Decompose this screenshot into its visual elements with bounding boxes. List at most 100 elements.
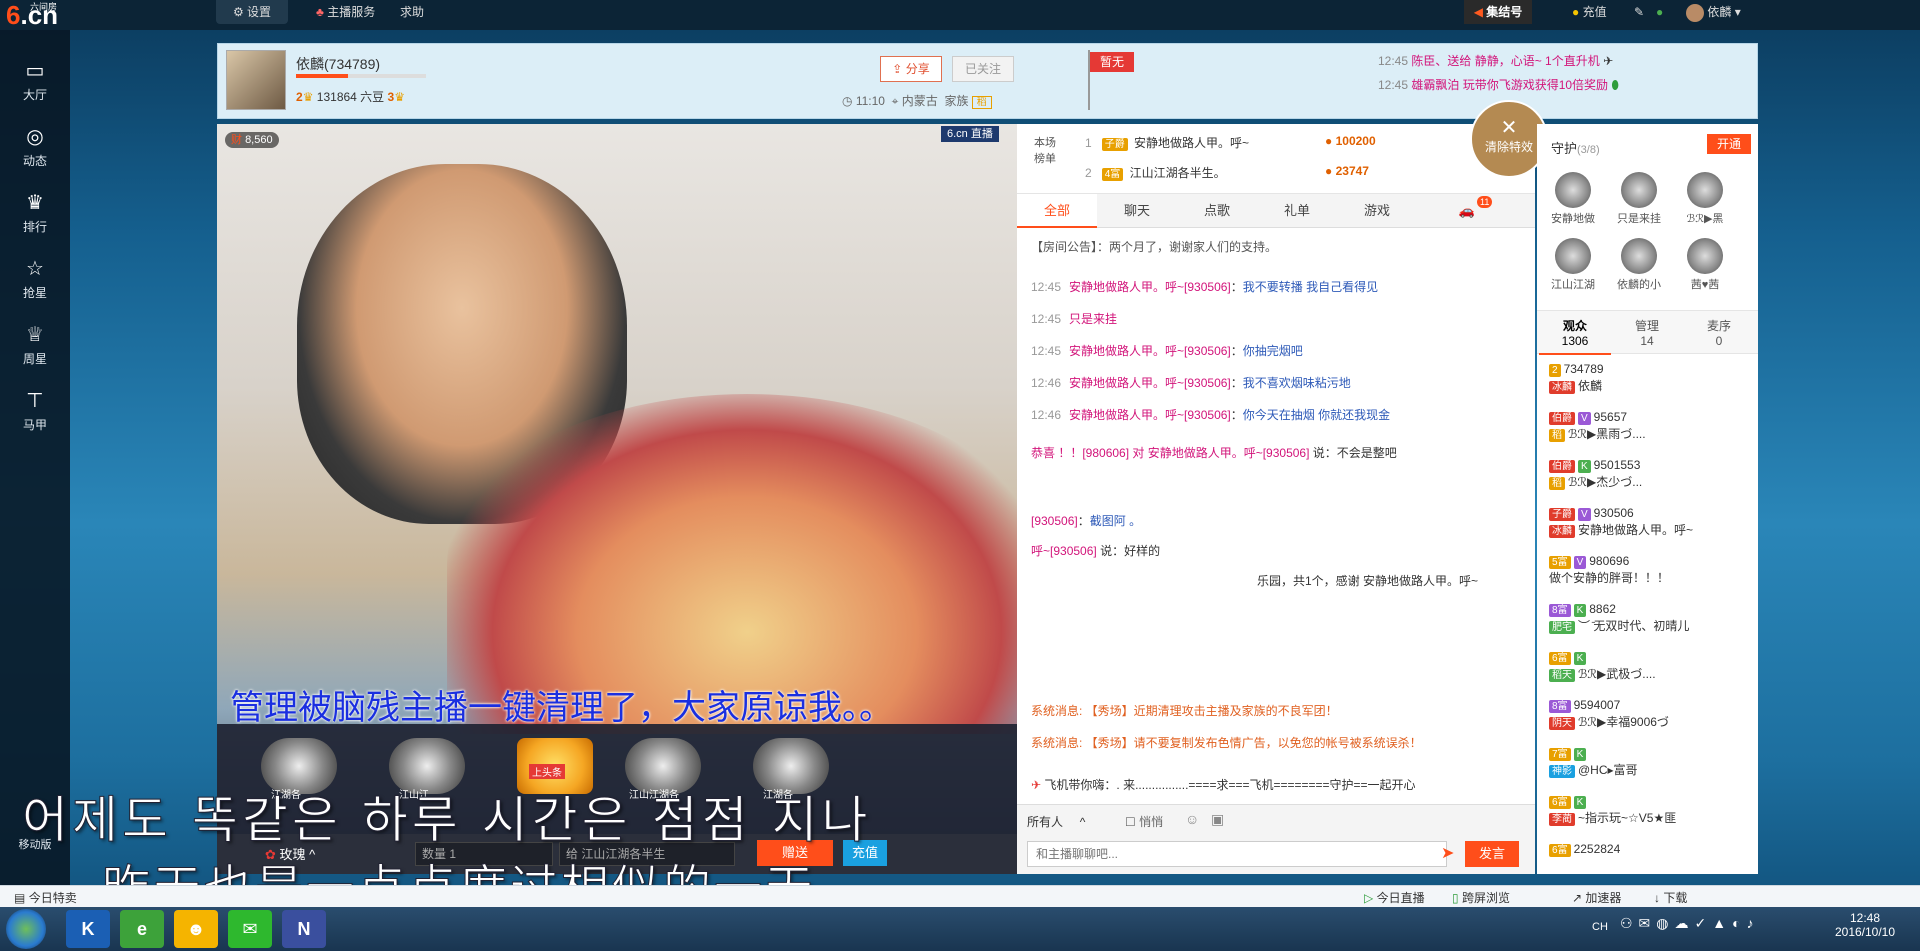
audience-name: @HC▸富哥 — [1578, 763, 1638, 777]
audience-row[interactable]: 伯爵 V 95657 稻 ℬℛ▶黑雨づ.... — [1549, 410, 1646, 442]
tab-audience[interactable]: 观众 1306 — [1539, 311, 1611, 355]
room-announcement: 【房间公告】：两个月了，谢谢家人们的支持。 — [1031, 240, 1278, 254]
audience-row[interactable]: 6富 K 李蔺 ~指示玩~☆V5★匪 — [1549, 794, 1676, 826]
audience-row[interactable]: 5富 V 980696 做个安静的胖哥！！！ — [1549, 554, 1669, 586]
msg-time: 12:45 — [1031, 344, 1062, 358]
avatar — [1687, 172, 1723, 208]
audience-name: ℬℛ▶幸福9006づ — [1578, 715, 1669, 729]
anchor-avatar[interactable] — [226, 50, 286, 110]
wechat-icon[interactable]: ✉ — [228, 910, 272, 948]
audience-row[interactable]: 子爵 V 930506 冰麟 安静地做路人甲。呼~ — [1549, 506, 1693, 538]
tab-gift-list[interactable]: 礼单 — [1257, 194, 1337, 228]
download-link[interactable]: ↓ 下载 — [1654, 889, 1687, 906]
follow-button[interactable]: 已关注 — [952, 56, 1014, 82]
help-link[interactable]: 求助 — [400, 0, 424, 24]
audience-row[interactable]: 8富 9594007 阴天 ℬℛ▶幸福9006づ — [1549, 698, 1669, 730]
send-button[interactable]: 发言 — [1465, 841, 1519, 867]
rail-item-weekly[interactable]: ♕ 周星 — [0, 314, 70, 376]
k-badge: K — [1573, 748, 1587, 761]
live-today-link[interactable]: ▷ 今日直播 — [1364, 889, 1425, 906]
recharge-link[interactable]: ● 充值 — [1572, 0, 1607, 24]
tab-songs[interactable]: 点歌 — [1177, 194, 1257, 228]
msg-user[interactable]: 安静地做路人甲。呼~[930506] — [1069, 376, 1231, 390]
paper-plane-icon[interactable]: ➤ — [1441, 843, 1454, 863]
app-k-icon[interactable]: K — [66, 910, 110, 948]
qq-icon[interactable]: ☻ — [174, 910, 218, 948]
video-player[interactable]: 财 8,560 6.cn 直播 江湖各 江山江 上头条 江山江湖各 江湖各 ✿ … — [217, 124, 1017, 874]
cross-browse-link[interactable]: ▯ 跨屏浏览 — [1452, 889, 1510, 906]
audience-row[interactable]: 7富 K 神影 @HC▸富哥 — [1549, 746, 1638, 778]
tab-chat[interactable]: 聊天 — [1097, 194, 1177, 228]
guard-member[interactable]: 安静地做 — [1551, 172, 1595, 226]
rail-item-star[interactable]: ☆ 抢星 — [0, 248, 70, 310]
download-icon: ↓ — [1654, 891, 1660, 905]
daily-deals-link[interactable]: ▤ 今日特卖 — [14, 889, 77, 906]
tab-mic-queue[interactable]: 麦序 0 — [1683, 311, 1755, 355]
coin-icon: ● — [1572, 5, 1580, 19]
audience-row[interactable]: 6富 K 稻天 ℬℛ▶武极づ.... — [1549, 650, 1656, 682]
language-indicator[interactable]: CH — [1592, 921, 1608, 933]
rank-score: ● 23747 — [1325, 164, 1369, 178]
accelerator-link[interactable]: ↗ 加速器 — [1572, 889, 1621, 906]
chat-input[interactable] — [1027, 841, 1447, 867]
guard-member[interactable]: 依麟的小 — [1617, 238, 1661, 292]
settings-button[interactable]: ⚙ 设置 — [216, 0, 288, 24]
wealth-value: 8,560 — [245, 134, 273, 146]
guard-member[interactable]: ℬℛ▶黑 — [1683, 172, 1727, 226]
audience-row[interactable]: 2 734789 冰麟 依麟 — [1549, 362, 1604, 394]
audience-row[interactable]: 6富 2252824 — [1549, 842, 1620, 857]
gem-icon: ⬮ — [1611, 78, 1619, 92]
tab-games[interactable]: 游戏 — [1337, 194, 1417, 228]
open-guard-button[interactable]: 开通 — [1707, 134, 1751, 154]
msg-user[interactable]: 呼~[930506] — [1031, 544, 1097, 558]
jiejie-button[interactable]: ◀ 集结号 — [1464, 0, 1532, 24]
msg-user[interactable]: 安静地做路人甲。呼~[930506] — [1069, 408, 1231, 422]
tray-icons[interactable]: ⚇✉◍☁✓▲◐♪ — [1620, 915, 1760, 932]
emoji-icon[interactable]: ☺ — [1185, 811, 1199, 827]
app-kn-icon[interactable]: N — [282, 910, 326, 948]
rail-item-rank[interactable]: ♛ 排行 — [0, 182, 70, 244]
start-button[interactable] — [6, 909, 46, 949]
guard-member[interactable]: 茜♥茜 — [1683, 238, 1727, 292]
plane-message: ✈ 飞机带你嗨：. 来................====求===飞机===… — [1031, 776, 1416, 793]
msg-user[interactable]: 安静地做路人甲。呼~[930506] — [1069, 280, 1231, 294]
audience-id: 9594007 — [1573, 698, 1621, 712]
whisper-checkbox[interactable]: ☐ 悄悄 — [1125, 813, 1163, 830]
rail-item-hall[interactable]: ▭ 大厅 — [0, 50, 70, 112]
avatar — [1686, 3, 1704, 22]
guard-member[interactable]: 江山江湖 — [1551, 238, 1595, 292]
car-icon: 🚗 — [1458, 203, 1476, 218]
user-menu[interactable]: 依麟 ▾ — [1686, 0, 1741, 24]
image-icon[interactable]: ▣ — [1211, 811, 1224, 828]
share-button[interactable]: ⇪ 分享 — [880, 56, 942, 82]
tab-count: 1306 — [1561, 334, 1589, 348]
family-badge[interactable]: 稻 — [971, 96, 992, 109]
clock[interactable]: 12:48 2016/10/10 — [1830, 911, 1900, 939]
audience-row[interactable]: 8富 K 8862 肥宅 ︶ ̄无双时代、初晴儿 — [1549, 602, 1689, 634]
msg-user[interactable]: [930506] — [1031, 514, 1078, 528]
msg-user[interactable]: 恭喜 ！！[980606] 对 安静地做路人甲。呼~[930506] — [1031, 446, 1309, 460]
audience-row[interactable]: 伯爵 K 9501553 稻 ℬℛ▶杰少づ... — [1549, 458, 1642, 490]
anchor-name[interactable]: 依麟(734789) — [296, 54, 380, 74]
tab-car[interactable]: 🚗 11 — [1427, 194, 1507, 228]
rank-row[interactable]: 1 子爵 安静地做路人甲。呼~ ● 100200 — [1085, 134, 1376, 151]
msg-user[interactable]: 只是来挂 — [1069, 312, 1117, 326]
rail-item-dynamic[interactable]: ◎ 动态 — [0, 116, 70, 178]
browser-icon[interactable]: e — [120, 910, 164, 948]
level-badge: 子爵 — [1549, 508, 1575, 521]
level-badge: 6富 — [1549, 652, 1571, 665]
anchor-service-link[interactable]: ♣ 主播服务 — [316, 0, 375, 24]
recipient-dropdown[interactable]: 所有人 ^ — [1027, 813, 1085, 830]
msg-user[interactable]: 安静地做路人甲。呼~[930506] — [1069, 344, 1231, 358]
edit-icon[interactable]: ✎ — [1634, 0, 1644, 24]
tab-managers[interactable]: 管理 14 — [1611, 311, 1683, 355]
guard-member[interactable]: 只是来挂 — [1617, 172, 1661, 226]
anchor-level-row: 2♛ 131864 六豆 3♛ — [296, 88, 405, 105]
msg-time: 12:46 — [1031, 408, 1062, 422]
rail-label-vest: 马甲 — [22, 418, 47, 432]
chat-message: 呼~[930506] 说：好样的 — [1031, 542, 1160, 559]
rank-row[interactable]: 2 4富 江山江湖各半生。 ● 23747 — [1085, 164, 1369, 181]
tab-all[interactable]: 全部 — [1017, 194, 1097, 228]
rail-item-vest[interactable]: ⊤ 马甲 — [0, 380, 70, 442]
audience-id: 9501553 — [1593, 458, 1641, 472]
